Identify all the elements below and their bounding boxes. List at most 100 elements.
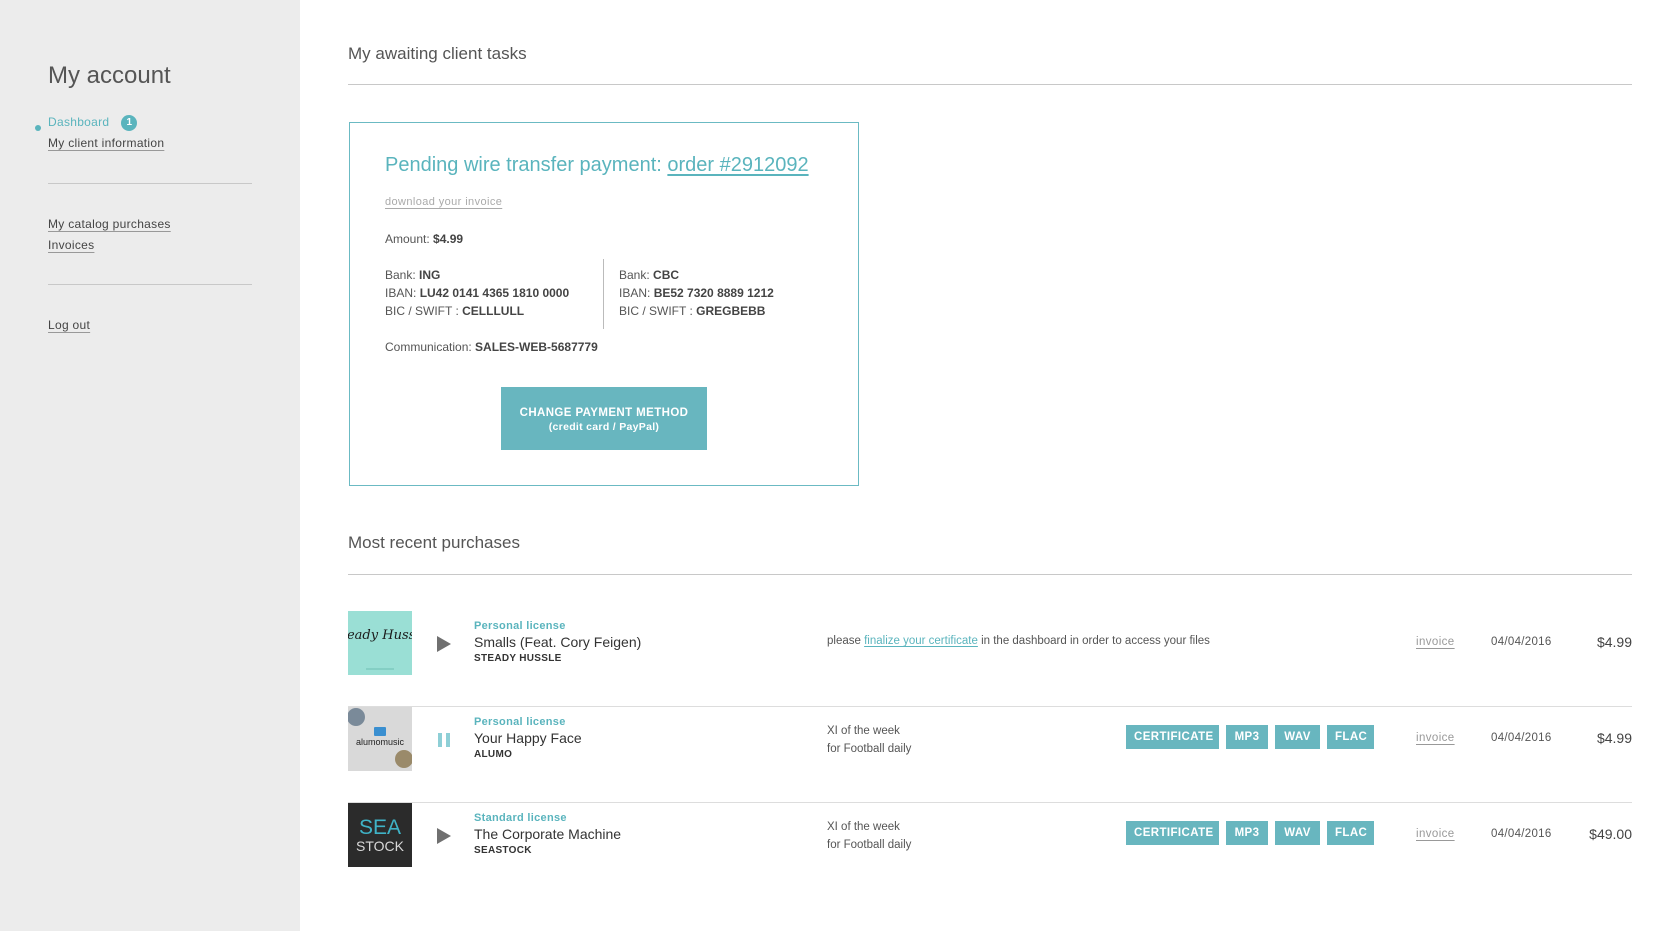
iban-value: LU42 0141 4365 1810 0000 <box>419 286 570 300</box>
usage-info: XI of the week for Football daily <box>827 818 911 854</box>
bank-2-bic: BIC / SWIFT : GREGBEBB <box>619 304 765 318</box>
purchase-row: alumomusic Personal license Your Happy F… <box>348 707 1632 803</box>
flac-download-button[interactable]: FLAC <box>1327 821 1374 845</box>
mp3-download-button[interactable]: MP3 <box>1226 821 1268 845</box>
sidebar-item-log-out[interactable]: Log out <box>48 318 90 332</box>
bank-1-iban: IBAN: LU42 0141 4365 1810 0000 <box>385 286 569 300</box>
bank-label: Bank: <box>619 268 650 282</box>
usage-line: for Football daily <box>827 839 912 851</box>
active-indicator-dot <box>35 125 41 131</box>
bank-1-bic: BIC / SWIFT : CELLLULL <box>385 304 524 318</box>
download-invoice-link[interactable]: download your invoice <box>385 196 502 208</box>
certificate-button[interactable]: CERTIFICATE <box>1126 725 1219 749</box>
usage-info: XI of the week for Football daily <box>827 722 911 758</box>
mp3-download-button[interactable]: MP3 <box>1226 725 1268 749</box>
artist-name: ALUMO <box>474 749 513 760</box>
purchase-price: $4.99 <box>1596 730 1632 746</box>
certificate-button[interactable]: CERTIFICATE <box>1126 821 1219 845</box>
track-title: Smalls (Feat. Cory Feigen) <box>474 634 642 650</box>
sidebar-item-catalog-purchases[interactable]: My catalog purchases <box>48 217 171 231</box>
usage-line: XI of the week <box>827 821 900 833</box>
play-icon[interactable] <box>436 635 452 653</box>
artist-name: STEADY HUSSLE <box>474 653 562 664</box>
change-payment-method-button[interactable]: CHANGE PAYMENT METHOD (credit card / Pay… <box>501 387 707 450</box>
sidebar-title: My account <box>48 62 171 89</box>
usage-line: for Football daily <box>827 743 912 755</box>
sidebar-item-label: Dashboard <box>48 115 110 130</box>
bic-label: BIC / SWIFT : <box>385 304 459 318</box>
communication-value: SALES-WEB-5687779 <box>475 340 598 354</box>
certificate-notice: please finalize your certificate in the … <box>827 635 1210 647</box>
notice-text: please <box>827 635 861 647</box>
artist-name: SEASTOCK <box>474 845 532 856</box>
track-title: The Corporate Machine <box>474 826 622 842</box>
cover-art: SEA STOCK <box>356 816 405 854</box>
bic-value: GREGBEBB <box>696 304 766 318</box>
sidebar-item-dashboard[interactable]: Dashboard 1 <box>48 115 138 131</box>
cover-title: alumomusic <box>356 737 405 747</box>
play-icon[interactable] <box>436 827 452 845</box>
invoice-link[interactable]: invoice <box>1416 828 1455 840</box>
purchase-date: 04/04/2016 <box>1491 636 1552 648</box>
iban-value: BE52 7320 8889 1212 <box>653 286 774 300</box>
bank-divider <box>603 259 604 329</box>
purchase-row: SEA STOCK Standard license The Corporate… <box>348 803 1632 899</box>
cover-art: Steady Hussle <box>348 628 412 670</box>
album-cover[interactable]: Steady Hussle <box>348 611 412 675</box>
purchases-section-title: Most recent purchases <box>348 533 520 552</box>
payment-task-card: Pending wire transfer payment: order #29… <box>349 122 859 486</box>
cover-art: alumomusic <box>348 708 412 768</box>
purchase-price: $4.99 <box>1596 634 1632 650</box>
iban-label: IBAN: <box>385 286 417 300</box>
pause-icon[interactable] <box>436 731 452 749</box>
button-sublabel: (credit card / PayPal) <box>548 420 660 433</box>
invoice-link[interactable]: invoice <box>1416 732 1455 744</box>
album-cover[interactable]: SEA STOCK <box>348 803 412 867</box>
purchase-date: 04/04/2016 <box>1491 828 1552 840</box>
purchase-price: $49.00 <box>1589 826 1632 842</box>
invoice-link[interactable]: invoice <box>1416 636 1455 648</box>
bic-label: BIC / SWIFT : <box>619 304 693 318</box>
communication-row: Communication: SALES-WEB-5687779 <box>385 340 598 354</box>
purchase-date: 04/04/2016 <box>1491 732 1552 744</box>
bank-label: Bank: <box>385 268 416 282</box>
flac-download-button[interactable]: FLAC <box>1327 725 1374 749</box>
license-type: Standard license <box>474 812 567 824</box>
bank-value: CBC <box>653 268 680 282</box>
task-title: Pending wire transfer payment: order #29… <box>385 154 809 177</box>
amount-label: Amount: <box>385 232 430 246</box>
license-type: Personal license <box>474 716 566 728</box>
bic-value: CELLLULL <box>462 304 525 318</box>
sidebar: My account Dashboard 1 My client informat… <box>0 0 300 931</box>
wav-download-button[interactable]: WAV <box>1275 821 1320 845</box>
bank-1-name: Bank: ING <box>385 268 440 282</box>
purchase-row: Steady Hussle Personal license Smalls (F… <box>348 611 1632 707</box>
notification-badge: 1 <box>121 115 138 131</box>
bank-2-name: Bank: CBC <box>619 268 679 282</box>
usage-line: XI of the week <box>827 725 900 737</box>
cover-subtitle: STOCK <box>356 838 405 854</box>
sidebar-item-client-information[interactable]: My client information <box>48 136 164 150</box>
section-divider <box>348 574 1632 575</box>
task-title-text: Pending wire transfer payment: <box>385 154 662 176</box>
amount-row: Amount: $4.99 <box>385 232 463 246</box>
communication-label: Communication: <box>385 340 472 354</box>
order-link[interactable]: order #2912092 <box>667 154 808 176</box>
album-cover[interactable]: alumomusic <box>348 707 412 771</box>
amount-value: $4.99 <box>433 232 464 246</box>
button-label: CHANGE PAYMENT METHOD <box>519 406 689 419</box>
bank-value: ING <box>419 268 441 282</box>
wav-download-button[interactable]: WAV <box>1275 725 1320 749</box>
iban-label: IBAN: <box>619 286 651 300</box>
cover-title: SEA <box>359 816 401 839</box>
sidebar-divider <box>48 183 252 184</box>
sidebar-item-invoices[interactable]: Invoices <box>48 238 94 252</box>
notice-text: in the dashboard in order to access your… <box>981 635 1210 647</box>
section-divider <box>348 84 1632 85</box>
sidebar-divider <box>48 284 252 285</box>
finalize-certificate-link[interactable]: finalize your certificate <box>864 635 978 647</box>
bank-2-iban: IBAN: BE52 7320 8889 1212 <box>619 286 774 300</box>
license-type: Personal license <box>474 620 566 632</box>
cover-title: Steady Hussle <box>348 628 412 643</box>
track-title: Your Happy Face <box>474 730 582 746</box>
